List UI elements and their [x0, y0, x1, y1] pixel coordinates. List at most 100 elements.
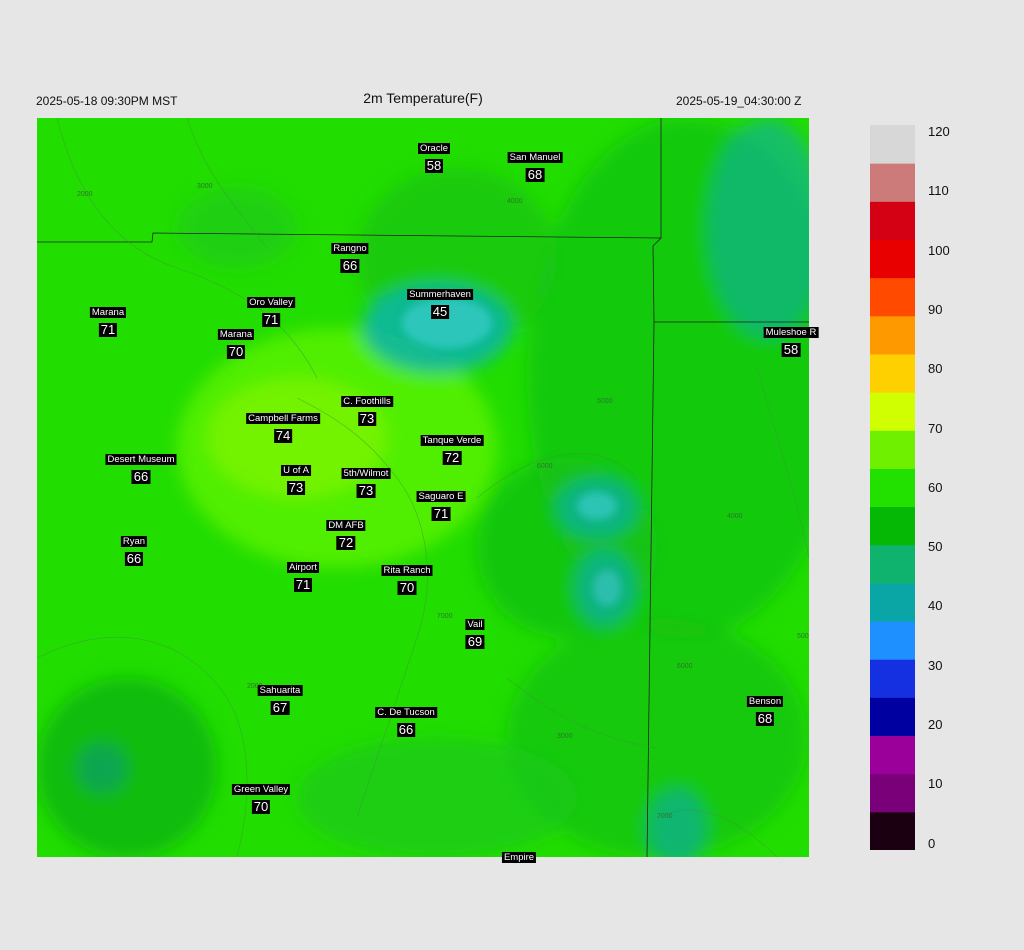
colorbar-segment	[870, 735, 915, 775]
station-marker: Oro Valley 71	[247, 292, 295, 327]
station-marker: Benson 68	[746, 691, 784, 726]
station-marker: Airport 71	[287, 557, 319, 592]
station-marker: 5th/Wilmot 73	[341, 463, 391, 498]
contour-label: 6000	[537, 463, 553, 470]
station-marker: Tanque Verde 72	[420, 430, 484, 465]
colorbar-segment	[870, 582, 915, 622]
station-value: 70	[226, 344, 246, 359]
station-marker: DM AFB 72	[326, 515, 366, 550]
station-marker: Saguaro E 71	[416, 486, 466, 521]
station-value: 66	[124, 551, 144, 566]
station-value: 67	[270, 700, 290, 715]
station-marker: Marana 71	[89, 302, 127, 337]
station-value: 72	[336, 535, 356, 550]
colorbar-tick-label: 40	[928, 598, 943, 614]
contour-label: 7000	[437, 613, 453, 620]
station-marker: Sahuarita 67	[257, 680, 303, 715]
station-marker: Vail 69	[465, 614, 485, 649]
station-name: Muleshoe R	[763, 327, 819, 338]
colorbar-segment	[870, 430, 915, 469]
station-value: 66	[131, 469, 151, 484]
station-name: Airport	[287, 562, 319, 573]
station-name: San Manuel	[507, 152, 563, 163]
colorbar-segment	[870, 506, 915, 546]
station-name: Rita Ranch	[381, 565, 433, 576]
station-marker: Oracle 58	[418, 138, 450, 173]
station-name: 5th/Wilmot	[341, 468, 391, 479]
colorbar-tick-label: 90	[928, 301, 943, 317]
station-name: Summerhaven	[407, 289, 473, 300]
station-marker: Green Valley 70	[231, 779, 291, 814]
station-name: U of A	[281, 465, 311, 476]
colorbar-segment	[870, 239, 915, 279]
colorbar-tick-label: 20	[928, 717, 943, 732]
station-name: Oro Valley	[247, 297, 295, 308]
station-name: Campbell Farms	[246, 413, 320, 424]
station-value: 68	[755, 711, 775, 726]
station-marker: Rangno 66	[331, 238, 369, 273]
station-value: 71	[293, 577, 313, 592]
colorbar-segment	[870, 621, 915, 660]
station-name: Rangno	[331, 243, 369, 254]
contour-label: 5000	[797, 633, 809, 640]
contour-label: 6000	[677, 663, 693, 670]
station-marker: Muleshoe R 58	[763, 322, 819, 357]
colorbar-segment	[870, 544, 915, 584]
station-name: Vail	[465, 619, 485, 630]
station-name: Saguaro E	[416, 491, 466, 502]
station-name: Benson	[746, 696, 784, 707]
colorbar-segment	[870, 163, 915, 202]
station-value: 70	[397, 580, 417, 595]
station-value: 66	[340, 258, 360, 273]
station-marker: Desert Museum 66	[105, 449, 177, 484]
station-marker: C. Foothills 73	[341, 391, 393, 426]
colorbar-segment	[870, 277, 915, 317]
colorbar-tick-label: 0	[928, 835, 936, 851]
station-name: DM AFB	[326, 520, 366, 531]
colorbar-segment	[870, 353, 915, 393]
station-name: Empire	[501, 852, 537, 863]
station-marker: Campbell Farms 74	[246, 408, 320, 443]
colorbar-tick-label: 80	[928, 361, 943, 377]
contour-label: 4000	[727, 513, 743, 520]
station-value: 66	[396, 722, 416, 737]
station-marker: Summerhaven 45	[407, 284, 473, 319]
colorbar-segment	[870, 315, 915, 355]
contour-label: 5000	[597, 398, 613, 405]
station-value: 45	[430, 304, 450, 319]
station-value: 71	[98, 322, 118, 337]
station-marker: Ryan 66	[120, 531, 148, 566]
station-name: Green Valley	[231, 784, 291, 795]
contour-label: 2000	[77, 191, 93, 198]
station-value: 73	[356, 483, 376, 498]
station-name: Oracle	[418, 143, 450, 154]
utc-time-label: 2025-05-19_04:30:00 Z	[676, 94, 802, 108]
station-name: C. De Tucson	[375, 707, 437, 718]
station-marker: Marana 70	[217, 324, 255, 359]
station-value: 69	[465, 634, 485, 649]
station-value: 71	[261, 312, 281, 327]
station-value: 71	[431, 506, 451, 521]
colorbar-segment	[870, 201, 915, 240]
contour-label: 7000	[657, 813, 673, 820]
colorbar-tick-label: 70	[928, 420, 943, 436]
station-marker: Rita Ranch 70	[381, 560, 433, 595]
colorbar-segment	[870, 392, 915, 431]
contour-label: 3000	[557, 733, 573, 740]
colorbar-tick-label: 30	[928, 657, 943, 673]
contour-label: 3000	[197, 183, 213, 190]
colorbar-tick-label: 50	[928, 539, 943, 555]
colorbar-segment	[870, 125, 915, 164]
station-name: Tanque Verde	[420, 435, 484, 446]
station-value: 72	[442, 450, 462, 465]
station-value: 70	[251, 799, 271, 814]
station-value: 74	[273, 428, 293, 443]
station-value: 58	[781, 342, 801, 357]
colorbar	[870, 125, 915, 850]
station-marker: U of A 73	[281, 460, 311, 495]
station-marker: San Manuel 68	[507, 147, 563, 182]
station-name: Desert Museum	[105, 454, 177, 465]
station-name: Marana	[89, 307, 127, 318]
station-name: Ryan	[120, 536, 148, 547]
colorbar-segment	[870, 773, 915, 813]
